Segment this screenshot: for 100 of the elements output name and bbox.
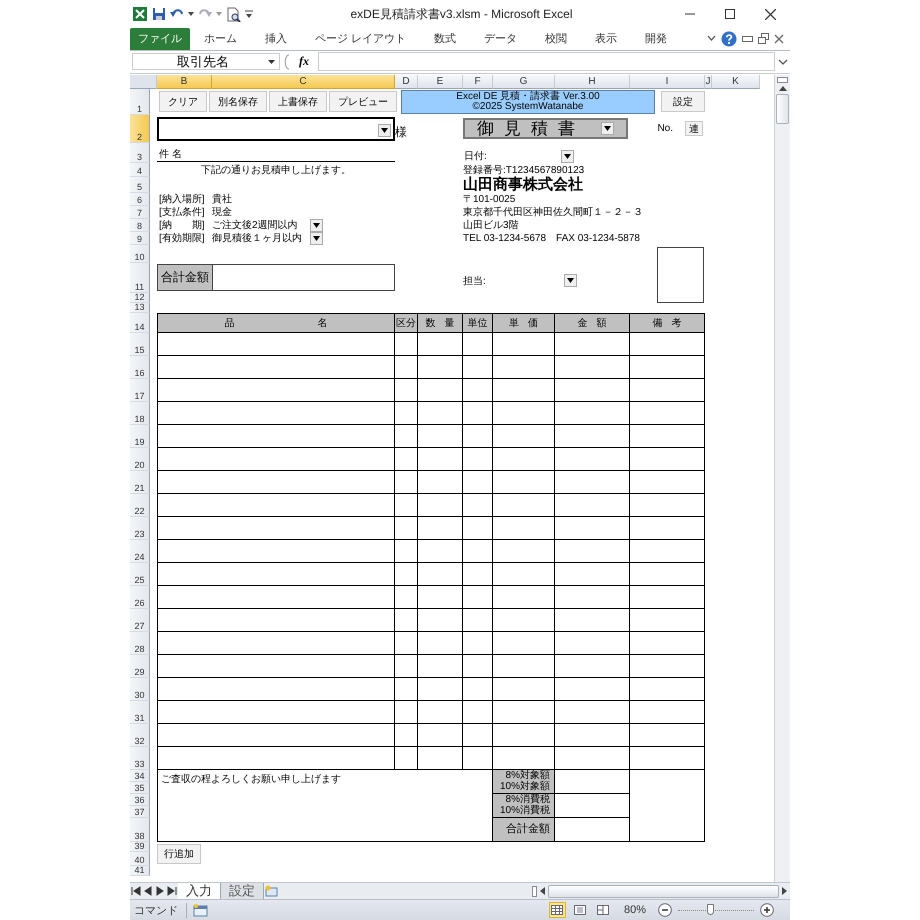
- table-cell[interactable]: [157, 632, 395, 655]
- column-header[interactable]: D: [395, 74, 418, 89]
- scroll-left-icon[interactable]: [540, 887, 545, 896]
- normal-view-button[interactable]: [548, 902, 566, 918]
- table-cell[interactable]: [493, 470, 555, 494]
- scroll-thumb[interactable]: [776, 94, 789, 124]
- table-cell[interactable]: [555, 678, 630, 701]
- table-cell[interactable]: [463, 332, 493, 356]
- table-cell[interactable]: [418, 332, 463, 356]
- dropdown-button[interactable]: [310, 218, 323, 232]
- table-cell[interactable]: [493, 402, 555, 425]
- row-header[interactable]: 37: [130, 806, 150, 818]
- table-cell[interactable]: [395, 632, 418, 655]
- scroll-right-icon[interactable]: [782, 887, 787, 896]
- dropdown-button[interactable]: [560, 150, 574, 163]
- table-cell[interactable]: [463, 608, 493, 632]
- ribbon-tab[interactable]: 数式: [420, 28, 470, 50]
- row-header[interactable]: 12: [130, 292, 150, 303]
- minimize-ribbon-icon[interactable]: [742, 36, 753, 42]
- table-cell[interactable]: [493, 448, 555, 471]
- sheet-button[interactable]: 別名保存: [209, 91, 267, 112]
- row-header[interactable]: 8: [130, 218, 150, 232]
- row-header[interactable]: 20: [130, 448, 150, 471]
- row-header[interactable]: 24: [130, 540, 150, 563]
- table-cell[interactable]: [630, 378, 705, 402]
- scroll-up-icon[interactable]: [778, 86, 786, 91]
- table-cell[interactable]: [555, 724, 630, 747]
- row-header[interactable]: 10: [130, 244, 150, 263]
- insert-function-button[interactable]: fx: [293, 54, 315, 70]
- table-cell[interactable]: [157, 424, 395, 448]
- table-cell[interactable]: [493, 632, 555, 655]
- table-cell[interactable]: [463, 562, 493, 586]
- table-cell[interactable]: [630, 332, 705, 356]
- row-header[interactable]: 7: [130, 206, 150, 219]
- table-cell[interactable]: [630, 470, 705, 494]
- row-header[interactable]: 17: [130, 378, 150, 402]
- table-cell[interactable]: [157, 562, 395, 586]
- row-header[interactable]: 36: [130, 794, 150, 806]
- insert-sheet-icon[interactable]: [264, 885, 280, 898]
- ribbon-tab[interactable]: 開発: [631, 28, 682, 50]
- maximize-icon[interactable]: [725, 9, 735, 19]
- table-cell[interactable]: [630, 562, 705, 586]
- table-cell[interactable]: [157, 540, 395, 563]
- row-header[interactable]: 22: [130, 494, 150, 517]
- ribbon-tab[interactable]: 挿入: [251, 28, 301, 50]
- table-cell[interactable]: [395, 540, 418, 563]
- table-cell[interactable]: [493, 562, 555, 586]
- table-cell[interactable]: [555, 632, 630, 655]
- table-cell[interactable]: [157, 746, 395, 770]
- table-cell[interactable]: [418, 654, 463, 678]
- sheet-tab[interactable]: 設定: [221, 883, 264, 900]
- table-cell[interactable]: [630, 402, 705, 425]
- expand-icon[interactable]: [778, 58, 788, 66]
- table-cell[interactable]: [418, 586, 463, 609]
- table-cell[interactable]: [157, 402, 395, 425]
- table-cell[interactable]: [463, 700, 493, 724]
- table-cell[interactable]: [555, 402, 630, 425]
- row-header[interactable]: 30: [130, 678, 150, 701]
- table-cell[interactable]: [493, 608, 555, 632]
- dropdown-button[interactable]: [378, 124, 391, 137]
- table-cell[interactable]: [463, 632, 493, 655]
- row-header[interactable]: 33: [130, 746, 150, 770]
- zoom-slider[interactable]: [678, 903, 754, 918]
- table-cell[interactable]: [418, 608, 463, 632]
- row-header[interactable]: 40: [130, 852, 150, 866]
- table-cell[interactable]: [418, 562, 463, 586]
- chevron-icon[interactable]: [707, 35, 716, 42]
- table-cell[interactable]: [157, 608, 395, 632]
- add-row-button[interactable]: 行追加: [157, 844, 201, 864]
- row-header[interactable]: 26: [130, 586, 150, 609]
- table-cell[interactable]: [418, 516, 463, 540]
- table-cell[interactable]: [555, 608, 630, 632]
- table-cell[interactable]: [493, 700, 555, 724]
- column-header[interactable]: G: [493, 74, 555, 89]
- table-cell[interactable]: [555, 448, 630, 471]
- table-cell[interactable]: [555, 818, 630, 842]
- excel-logo-icon[interactable]: [132, 6, 148, 22]
- zoom-in-button[interactable]: [760, 903, 774, 918]
- table-cell[interactable]: [630, 356, 705, 379]
- table-cell[interactable]: [493, 724, 555, 747]
- row-header[interactable]: 31: [130, 700, 150, 724]
- zoom-out-button[interactable]: [658, 903, 672, 918]
- table-cell[interactable]: [157, 470, 395, 494]
- caret-icon[interactable]: [268, 60, 275, 64]
- table-cell[interactable]: [493, 586, 555, 609]
- table-cell[interactable]: [555, 770, 630, 794]
- table-cell[interactable]: [418, 632, 463, 655]
- table-cell[interactable]: [493, 494, 555, 517]
- row-header[interactable]: 34: [130, 770, 150, 782]
- row-header[interactable]: 6: [130, 192, 150, 206]
- save-icon[interactable]: [152, 7, 166, 21]
- settings-button[interactable]: 設定: [661, 91, 705, 112]
- row-header[interactable]: 32: [130, 724, 150, 747]
- ribbon-tab[interactable]: ページ レイアウト: [301, 28, 420, 50]
- table-cell[interactable]: [463, 356, 493, 379]
- row-header[interactable]: 5: [130, 176, 150, 193]
- customize-toolbar-icon[interactable]: [245, 9, 253, 19]
- table-cell[interactable]: [395, 378, 418, 402]
- table-cell[interactable]: [418, 356, 463, 379]
- row-header[interactable]: 38: [130, 818, 150, 842]
